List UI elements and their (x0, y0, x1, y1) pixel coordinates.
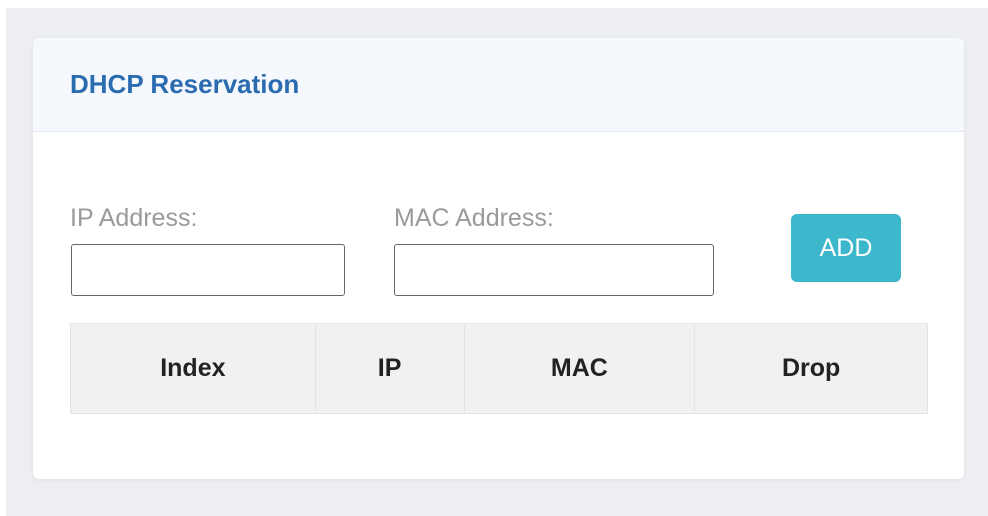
column-header-mac: MAC (463, 323, 696, 414)
ip-address-label: IP Address: (70, 204, 198, 232)
card-header: DHCP Reservation (33, 38, 964, 132)
ip-address-input[interactable] (71, 244, 345, 296)
column-header-ip: IP (314, 323, 465, 414)
mac-address-input[interactable] (394, 244, 714, 296)
card-title: DHCP Reservation (70, 69, 300, 99)
table-header-row: Index IP MAC Drop (70, 323, 928, 414)
mac-address-label: MAC Address: (394, 204, 554, 232)
reservation-table: Index IP MAC Drop (70, 323, 928, 414)
add-button[interactable]: ADD (791, 214, 901, 282)
column-header-index: Index (70, 323, 316, 414)
column-header-drop: Drop (694, 323, 928, 414)
dhcp-reservation-card: DHCP Reservation IP Address: MAC Address… (33, 38, 964, 479)
